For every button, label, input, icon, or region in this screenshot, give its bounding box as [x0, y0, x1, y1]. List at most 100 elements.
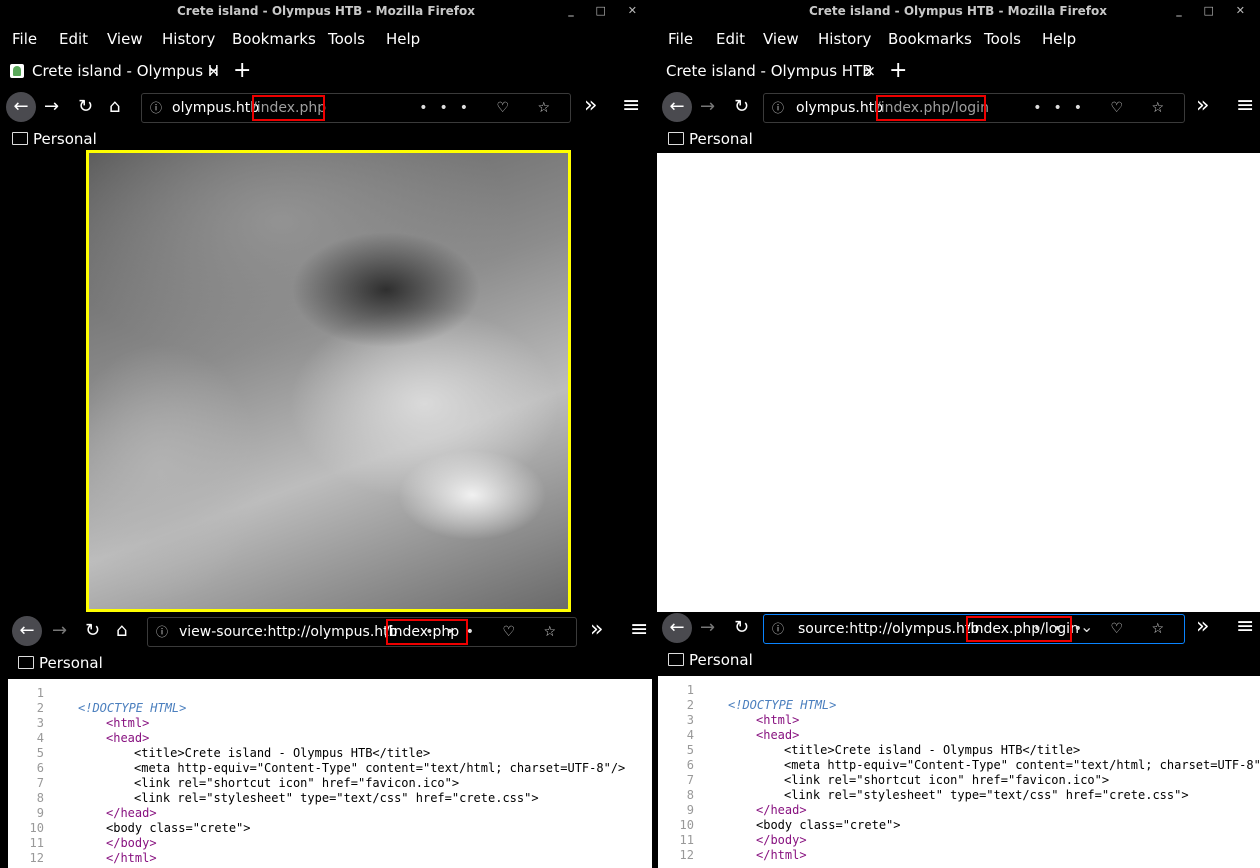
menu-edit[interactable]: Edit	[59, 30, 88, 48]
bookmark-folder-label[interactable]: Personal	[689, 130, 753, 148]
folder-icon	[668, 653, 684, 666]
new-tab-icon[interactable]: +	[233, 58, 251, 84]
source-line: </head>	[106, 806, 157, 820]
tab-active[interactable]: Crete island - Olympus H ×	[6, 57, 226, 85]
new-tab-icon[interactable]: +	[889, 58, 907, 84]
info-icon[interactable]: ⓘ	[150, 94, 162, 122]
url-bar[interactable]: ⓘ source:http://olympus.htb /index.php/l…	[763, 614, 1185, 644]
forward-arrow-icon[interactable]: →	[44, 92, 59, 122]
overflow-icon[interactable]: »	[1196, 91, 1209, 121]
back-arrow-icon[interactable]: ←	[662, 613, 692, 643]
window-controls[interactable]: _ □ ✕	[568, 0, 646, 22]
window-bottom-left: ← → ↻ ⌂ ⓘ view-source:http://olympus.htb…	[0, 612, 652, 868]
url-bar[interactable]: ⓘ view-source:http://olympus.htb /index.…	[147, 617, 577, 647]
nav-toolbar: ← → ↻ ⓘ source:http://olympus.htb /index…	[656, 612, 1260, 652]
page-actions-icons[interactable]: ••• ♡ ☆	[425, 618, 568, 646]
menu-tools[interactable]: Tools	[984, 30, 1021, 48]
info-icon[interactable]: ⓘ	[772, 615, 784, 643]
menu-hamburger-icon[interactable]: ≡	[622, 91, 640, 121]
overflow-icon[interactable]: »	[590, 615, 603, 645]
forward-arrow-icon[interactable]: →	[700, 613, 715, 643]
statue-image	[86, 150, 571, 612]
menu-file[interactable]: File	[668, 30, 693, 48]
url-host: source:http://olympus.htb	[798, 621, 980, 637]
url-host: view-source:http://olympus.htb	[179, 624, 398, 640]
menu-file[interactable]: File	[12, 30, 37, 48]
bookmark-folder-label[interactable]: Personal	[33, 130, 97, 148]
source-line: </body>	[106, 836, 157, 850]
line-number: 12	[679, 848, 694, 862]
tab-title: Crete island - Olympus HTB	[666, 62, 873, 80]
page-actions-icons[interactable]: ••• ♡ ☆	[419, 94, 562, 122]
nav-toolbar: ← → ↻ ⓘ olympus.htb /index.php/login •••…	[656, 87, 1260, 127]
line-number: 4	[36, 731, 44, 745]
window-bottom-right: ← → ↻ ⓘ source:http://olympus.htb /index…	[656, 612, 1260, 868]
forward-arrow-icon[interactable]: →	[700, 92, 715, 122]
menu-help[interactable]: Help	[386, 30, 420, 48]
line-number: 10	[29, 821, 44, 835]
window-title: Crete island - Olympus HTB - Mozilla Fir…	[656, 0, 1260, 22]
url-bar[interactable]: ⓘ olympus.htb /index.php/login ••• ♡ ☆	[763, 93, 1185, 123]
source-line: <head>	[756, 728, 800, 742]
page-actions-icons[interactable]: ••• ♡ ☆	[1033, 94, 1176, 122]
reload-icon[interactable]: ↻	[78, 92, 93, 122]
menu-tools[interactable]: Tools	[328, 30, 365, 48]
line-number: 11	[29, 836, 44, 850]
back-arrow-icon[interactable]: ←	[6, 92, 36, 122]
line-number: 11	[679, 833, 694, 847]
nav-toolbar: ← → ↻ ⌂ ⓘ olympus.htb /index.php ••• ♡ ☆…	[0, 87, 652, 127]
window-title-text: Crete island - Olympus HTB - Mozilla Fir…	[808, 4, 1107, 18]
menu-hamburger-icon[interactable]: ≡	[1236, 91, 1254, 121]
menu-hamburger-icon[interactable]: ≡	[1236, 612, 1254, 642]
line-number: 4	[686, 728, 694, 742]
tab-active[interactable]: Crete island - Olympus HTB ×	[662, 57, 882, 85]
window-top-left: Crete island - Olympus HTB - Mozilla Fir…	[0, 0, 652, 612]
back-arrow-icon[interactable]: ←	[12, 616, 42, 646]
window-controls[interactable]: _ □ ✕	[1176, 0, 1254, 22]
menu-help[interactable]: Help	[1042, 30, 1076, 48]
url-bar[interactable]: ⓘ olympus.htb /index.php ••• ♡ ☆	[141, 93, 571, 123]
overflow-icon[interactable]: »	[584, 91, 597, 121]
url-host: olympus.htb	[172, 100, 260, 116]
menu-hamburger-icon[interactable]: ≡	[630, 615, 648, 645]
info-icon[interactable]: ⓘ	[156, 618, 168, 646]
line-number: 8	[686, 788, 694, 802]
line-number: 3	[686, 713, 694, 727]
view-source-panel: 1 2 <!DOCTYPE HTML> 3 <html> 4 <head> 5 <tit…	[8, 679, 652, 868]
reload-icon[interactable]: ↻	[734, 92, 749, 122]
tab-close-icon[interactable]: ×	[863, 57, 876, 85]
menubar: File Edit View History Bookmarks Tools H…	[656, 27, 1260, 53]
home-icon[interactable]: ⌂	[116, 616, 127, 646]
menu-bookmarks[interactable]: Bookmarks	[232, 30, 316, 48]
bookmark-folder-label[interactable]: Personal	[689, 651, 753, 669]
menu-bookmarks[interactable]: Bookmarks	[888, 30, 972, 48]
tab-close-icon[interactable]: ×	[207, 57, 220, 85]
reload-icon[interactable]: ↻	[734, 613, 749, 643]
reload-icon[interactable]: ↻	[85, 616, 100, 646]
source-line: <body class="crete">	[106, 821, 251, 835]
window-title-text: Crete island - Olympus HTB - Mozilla Fir…	[176, 4, 475, 18]
line-number: 5	[36, 746, 44, 760]
info-icon[interactable]: ⓘ	[772, 94, 784, 122]
home-icon[interactable]: ⌂	[109, 92, 120, 122]
favicon-icon	[10, 64, 24, 78]
line-number: 1	[686, 683, 694, 697]
source-line: <meta http-equiv="Content-Type" content=…	[784, 758, 1260, 772]
menu-history[interactable]: History	[818, 30, 871, 48]
bookmark-folder-label[interactable]: Personal	[39, 654, 103, 672]
line-number: 2	[36, 701, 44, 715]
menu-edit[interactable]: Edit	[716, 30, 745, 48]
url-host: olympus.htb	[796, 100, 884, 116]
page-actions-icons[interactable]: ••• ♡ ☆	[1033, 615, 1176, 643]
forward-arrow-icon[interactable]: →	[52, 616, 67, 646]
bookmarks-toolbar: Personal	[12, 130, 97, 148]
folder-icon	[18, 656, 34, 669]
line-number: 7	[686, 773, 694, 787]
menu-view[interactable]: View	[107, 30, 143, 48]
overflow-icon[interactable]: »	[1196, 612, 1209, 642]
menu-view[interactable]: View	[763, 30, 799, 48]
menu-history[interactable]: History	[162, 30, 215, 48]
back-arrow-icon[interactable]: ←	[662, 92, 692, 122]
window-top-right: Crete island - Olympus HTB - Mozilla Fir…	[656, 0, 1260, 612]
source-line: <!DOCTYPE HTML>	[728, 698, 837, 712]
